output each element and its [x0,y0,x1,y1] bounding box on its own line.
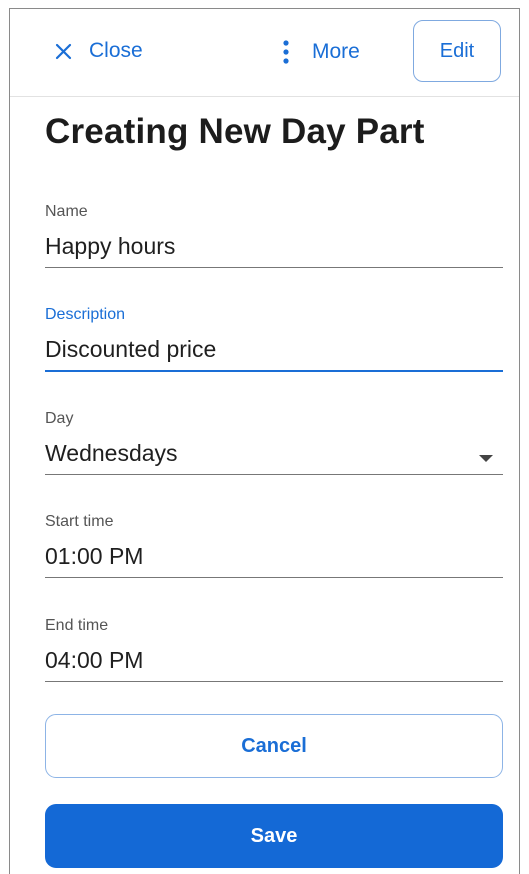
close-button[interactable]: Close [54,39,143,63]
day-part-panel: Close More Edit Creating New Day Part Na… [9,8,520,874]
edit-button[interactable]: Edit [413,20,501,82]
description-field[interactable]: Description Discounted price [45,306,503,372]
start-time-underline [45,577,503,578]
more-label: More [312,40,360,63]
save-button[interactable]: Save [45,804,503,868]
description-underline [45,370,503,372]
more-button[interactable]: More [282,39,360,65]
end-time-label: End time [45,617,109,634]
name-input[interactable]: Happy hours [45,229,503,263]
end-time-underline [45,681,503,682]
name-field[interactable]: Name Happy hours [45,203,503,268]
day-label: Day [45,410,74,427]
close-icon [55,43,72,59]
end-time-field[interactable]: End time 04:00 PM [45,617,503,682]
end-time-input[interactable]: 04:00 PM [45,643,503,677]
dropdown-caret-icon[interactable] [479,455,493,462]
page-title: Creating New Day Part [45,112,425,151]
more-vertical-icon [283,40,289,64]
start-time-field[interactable]: Start time 01:00 PM [45,513,503,578]
name-label: Name [45,203,88,220]
day-select[interactable]: Day Wednesdays [45,410,503,475]
description-input[interactable]: Discounted price [45,332,503,366]
close-label: Close [89,39,143,62]
day-underline [45,474,503,475]
panel-header: Close More Edit [10,9,519,97]
start-time-label: Start time [45,513,114,530]
name-underline [45,267,503,268]
cancel-button[interactable]: Cancel [45,714,503,778]
day-value[interactable]: Wednesdays [45,436,503,470]
start-time-input[interactable]: 01:00 PM [45,539,503,573]
description-label: Description [45,306,126,323]
